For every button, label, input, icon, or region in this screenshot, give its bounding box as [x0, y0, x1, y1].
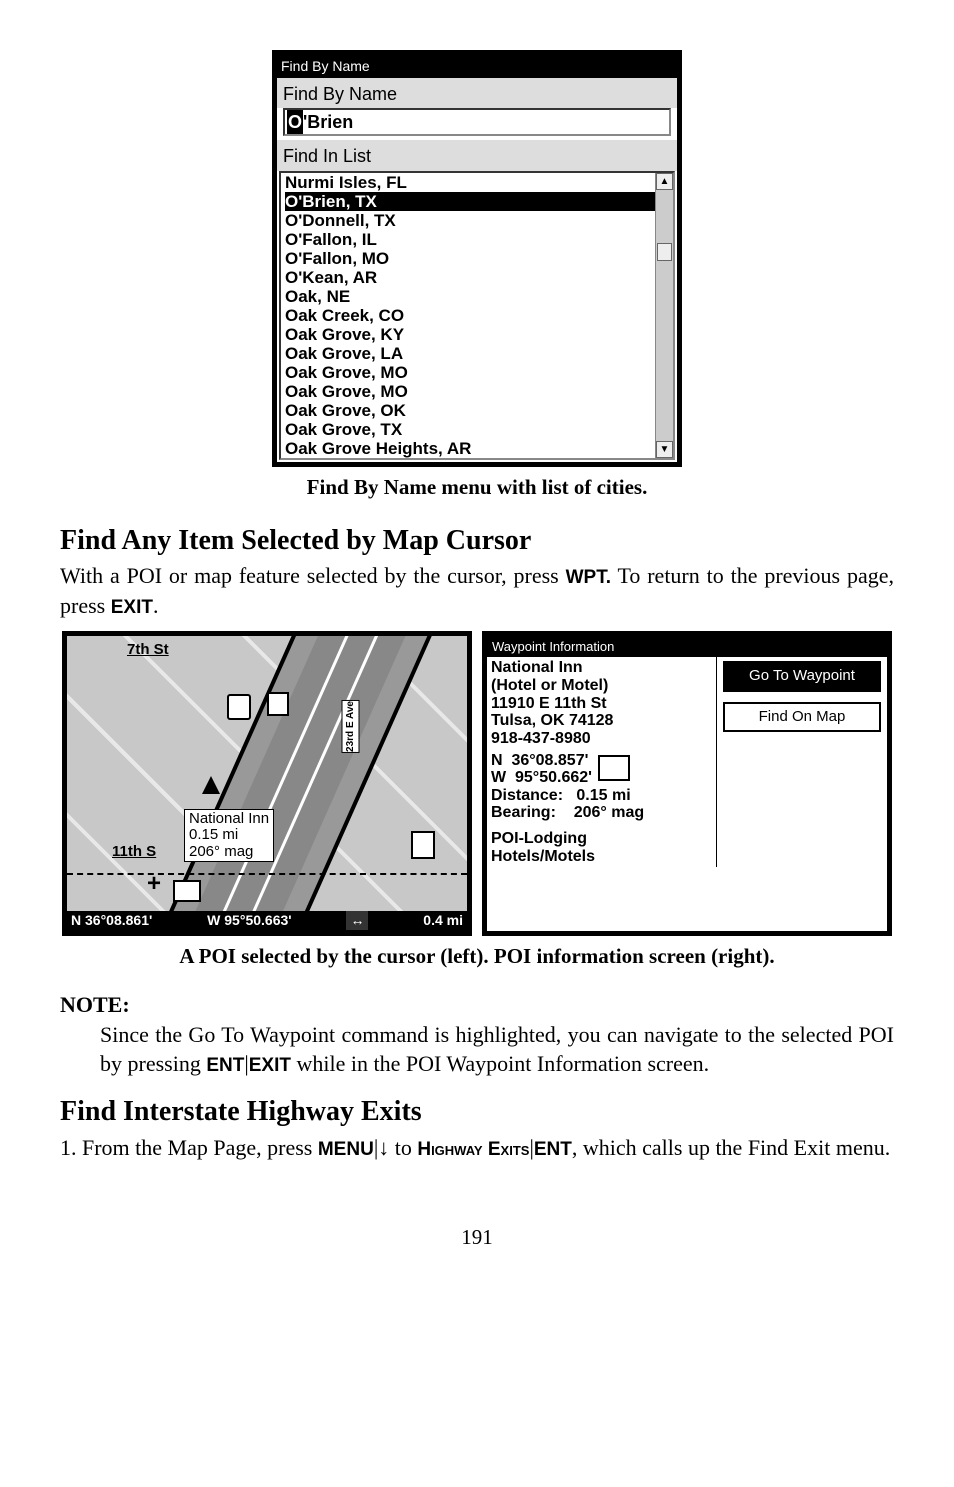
note-body: Since the Go To Waypoint command is high… [100, 1020, 894, 1079]
page-icon [411, 831, 435, 859]
section-label-list: Find In List [277, 140, 677, 170]
waypoint-info-screenshot: Waypoint Information National Inn (Hotel… [482, 631, 892, 936]
input-highlight-char: O [287, 110, 303, 134]
key-menu: MENU [318, 1139, 374, 1160]
section-label-name: Find By Name [277, 78, 677, 108]
down-arrow-icon: ↓ [378, 1135, 389, 1160]
caption-1: Find By Name menu with list of cities. [60, 473, 894, 501]
heading-find-interstate: Find Interstate Highway Exits [60, 1093, 894, 1131]
list-item[interactable]: Oak Grove Heights, AR [285, 439, 655, 458]
lodging-icon [173, 880, 201, 902]
wp-category-line: (Hotel or Motel) [491, 677, 712, 695]
wp-name: National Inn [491, 659, 712, 677]
list-item[interactable]: O'Donnell, TX [285, 211, 655, 230]
waypoint-details: National Inn (Hotel or Motel) 11910 E 11… [487, 657, 717, 867]
map-status-bar: N 36°08.861' W 95°50.663' ↔ 0.4 mi [67, 911, 467, 931]
route-shield-icon [227, 694, 251, 720]
map-cursor-icon: + [147, 868, 161, 900]
list-item[interactable]: Oak Grove, OK [285, 401, 655, 420]
ave-label: 23rd E Ave [342, 700, 360, 753]
poi-bearing: 206° mag [189, 843, 253, 860]
poi-name: National Inn [189, 811, 269, 828]
street-label-7th: 7th St [127, 640, 169, 660]
wp-poi-cat2: Hotels/Motels [491, 848, 712, 866]
dialog-title-bar: Find By Name [277, 55, 677, 78]
name-input[interactable]: O'Brien [283, 108, 671, 136]
status-scale: 0.4 mi [423, 911, 463, 930]
find-on-map-button[interactable]: Find On Map [723, 702, 881, 732]
poi-dist: 0.15 mi [189, 827, 269, 844]
wp-citystate: Tulsa, OK 74128 [491, 712, 712, 730]
wp-lat: 36°08.857' [511, 752, 588, 769]
scale-arrows-icon: ↔ [346, 911, 368, 930]
list-scrollbar[interactable]: ▲ ▼ [655, 173, 673, 458]
status-lat: N 36°08.861' [71, 911, 152, 930]
input-rest: 'Brien [303, 110, 353, 134]
list-item[interactable]: Oak Grove, KY [285, 325, 655, 344]
heading-find-any-item: Find Any Item Selected by Map Cursor [60, 522, 894, 560]
street-label-11th: 11th S [112, 844, 156, 861]
key-highway-exits: Highway Exits [417, 1139, 529, 1160]
status-lon: W 95°50.663' [207, 911, 291, 930]
list-item[interactable]: O'Fallon, MO [285, 249, 655, 268]
wp-bearing: 206° mag [574, 804, 644, 821]
scroll-up-button[interactable]: ▲ [656, 173, 673, 190]
key-ent-2: ENT [534, 1139, 572, 1160]
key-exit: EXIT [111, 597, 153, 618]
waypoint-title-bar: Waypoint Information [487, 636, 887, 658]
poi-label-box: National Inn 0.15 mi 11th S 206° mag [184, 809, 274, 863]
find-by-name-dialog: Find By Name Find By Name O'Brien Find I… [272, 50, 682, 467]
list-item[interactable]: O'Brien, TX [285, 192, 655, 211]
list-item[interactable]: Oak Creek, CO [285, 306, 655, 325]
list-item[interactable]: Oak Grove, MO [285, 363, 655, 382]
list-item[interactable]: Nurmi Isles, FL [285, 173, 655, 192]
map-screenshot: 7th St 23rd E Ave National Inn 0.15 mi 1… [62, 631, 472, 936]
list-item[interactable]: O'Kean, AR [285, 268, 655, 287]
wp-lon: 95°50.662' [515, 769, 592, 786]
wp-distance: 0.15 mi [576, 787, 630, 804]
key-exit-2: EXIT [249, 1055, 291, 1076]
results-list[interactable]: Nurmi Isles, FLO'Brien, TXO'Donnell, TXO… [279, 171, 675, 460]
key-wpt: WPT. [566, 567, 611, 588]
caption-2: A POI selected by the cursor (left). POI… [60, 942, 894, 970]
note-heading: NOTE: [60, 990, 894, 1020]
go-to-waypoint-button[interactable]: Go To Waypoint [723, 661, 881, 691]
north-flag-icon [267, 692, 289, 716]
wp-phone: 918-437-8980 [491, 730, 712, 748]
north-arrow-icon [202, 776, 220, 794]
scroll-thumb[interactable] [657, 243, 672, 261]
scroll-down-button[interactable]: ▼ [656, 441, 673, 458]
wp-poi-cat1: POI-Lodging [491, 830, 712, 848]
list-item[interactable]: Oak Grove, MO [285, 382, 655, 401]
lodging-icon [598, 755, 630, 781]
list-item[interactable]: O'Fallon, IL [285, 230, 655, 249]
para-find-interstate: 1. From the Map Page, press MENU|↓ to Hi… [60, 1133, 894, 1163]
list-item[interactable]: Oak, NE [285, 287, 655, 306]
dashed-line [67, 873, 467, 875]
list-item[interactable]: Oak Grove, LA [285, 344, 655, 363]
wp-address: 11910 E 11th St [491, 695, 712, 713]
key-ent: ENT [206, 1055, 244, 1076]
list-item[interactable]: Oak Grove, TX [285, 420, 655, 439]
page-number: 191 [60, 1223, 894, 1251]
para-find-any-item: With a POI or map feature selected by th… [60, 561, 894, 620]
